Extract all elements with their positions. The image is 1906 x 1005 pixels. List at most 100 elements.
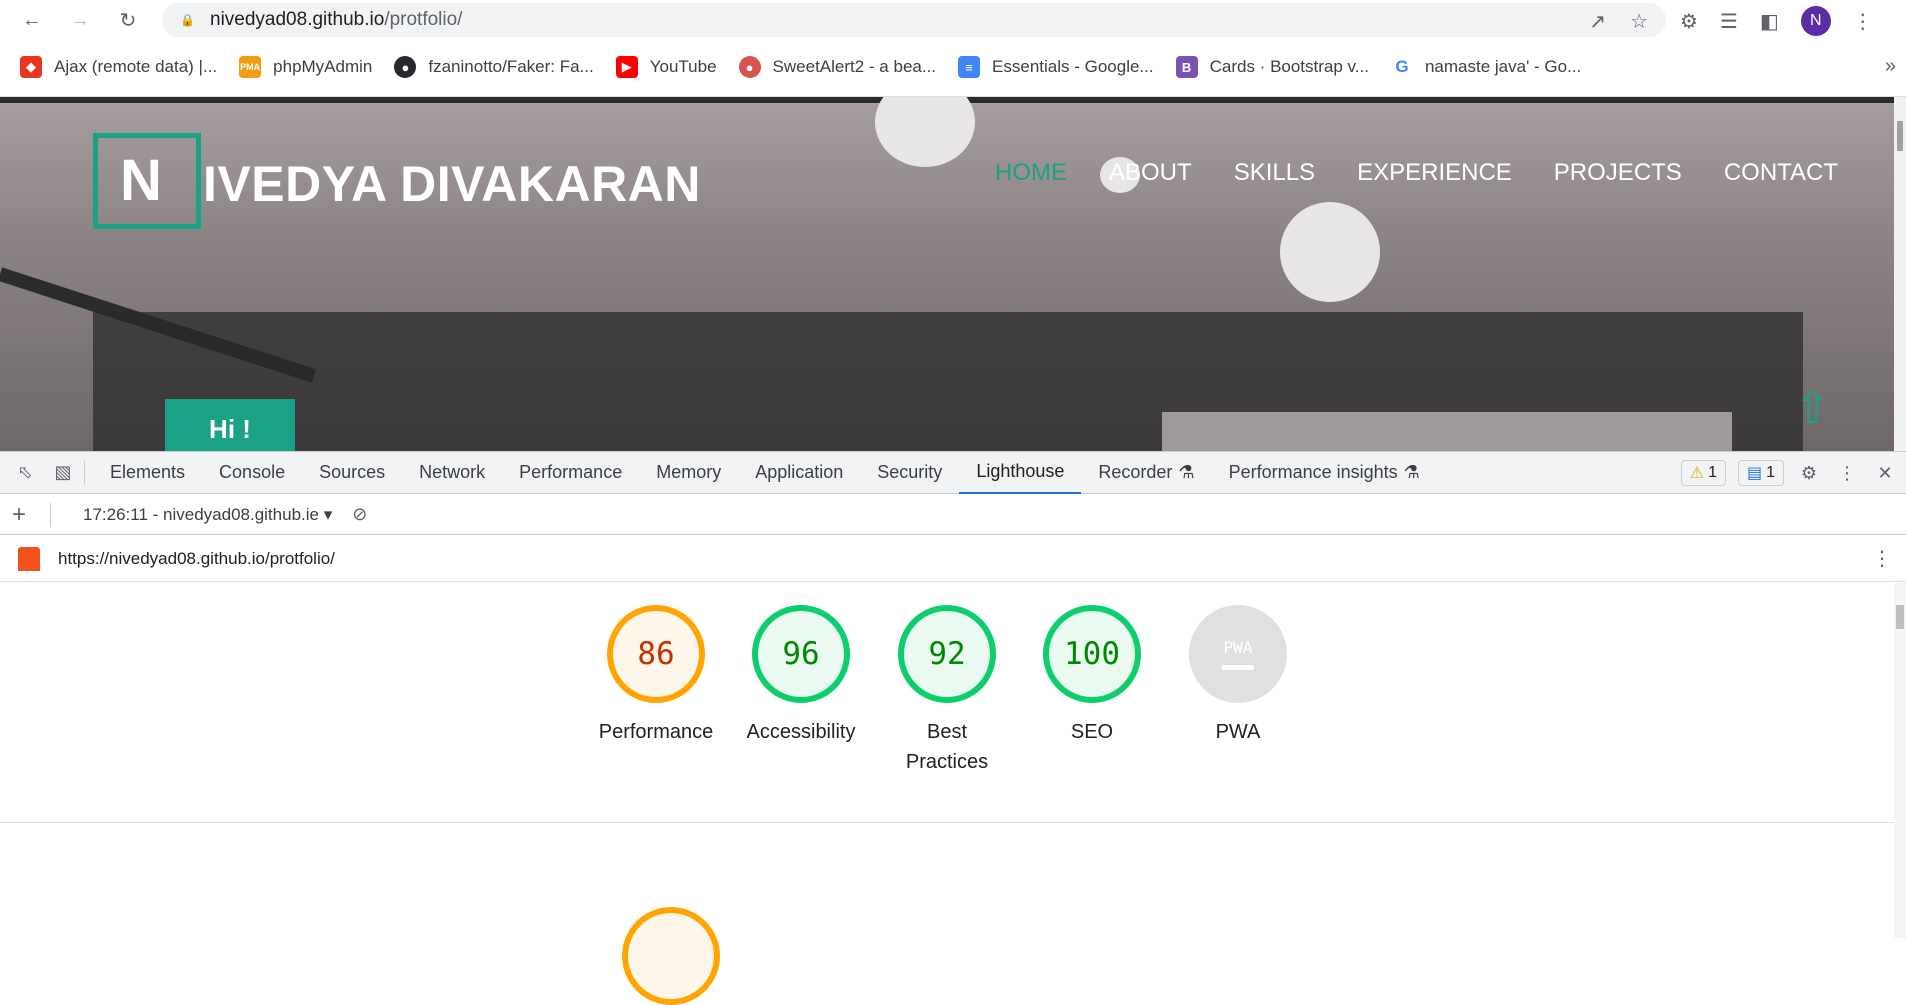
- score-label: Accessibility: [746, 721, 856, 743]
- messages-count: 1: [1766, 464, 1775, 481]
- bookmark-star-icon[interactable]: ☆: [1630, 9, 1648, 34]
- report-selector-label: 17:26:11 - nivedyad08.github.iе: [83, 504, 319, 524]
- youtube-icon: ▶: [615, 56, 638, 78]
- message-icon: ▤: [1746, 465, 1763, 482]
- address-bar[interactable]: 🔒 nivedyad08.github.io /protfolio/ ↗ ☆: [162, 3, 1666, 37]
- bookmark-item[interactable]: ▶ YouTube: [615, 56, 717, 78]
- side-panel-icon[interactable]: ◧: [1760, 9, 1779, 34]
- devtools-tab-bar: ⬁ ▧ Elements Console Sources Network Per…: [0, 452, 1906, 494]
- hi-badge: Hi !: [165, 399, 295, 451]
- site-title: IVEDYA DIVAKARAN: [203, 156, 701, 212]
- messages-badge[interactable]: ▤ 1: [1737, 460, 1784, 486]
- tab-performance-insights[interactable]: Performance insights ⚗: [1212, 452, 1437, 494]
- bookmark-label: Ajax (remote data) |...: [54, 57, 218, 76]
- bookmark-item[interactable]: ◆ Ajax (remote data) |...: [20, 56, 217, 78]
- tab-application[interactable]: Application: [738, 452, 860, 494]
- gauge-seo[interactable]: 100 SEO: [1019, 583, 1165, 747]
- tab-recorder-label: Recorder: [1098, 462, 1173, 482]
- bookmark-item[interactable]: ≡ Essentials - Google...: [958, 56, 1154, 78]
- score-label: PWA: [1215, 721, 1261, 743]
- forward-icon[interactable]: →: [66, 6, 94, 34]
- report-url-bar: https://nivedyad08.github.io/protfolio/ …: [0, 536, 1906, 582]
- report-selector[interactable]: 17:26:11 - nivedyad08.github.iе ▾: [83, 505, 332, 525]
- nav-about[interactable]: ABOUT: [1109, 159, 1192, 187]
- settings-gear-icon[interactable]: ⚙: [1796, 460, 1822, 486]
- bookmark-label: Cards · Bootstrap v...: [1209, 57, 1369, 76]
- tab-sources[interactable]: Sources: [302, 452, 402, 494]
- back-icon[interactable]: ←: [18, 6, 46, 34]
- share-icon[interactable]: ↗: [1589, 9, 1606, 34]
- devtools-menu-icon[interactable]: ⋮: [1834, 460, 1860, 486]
- reload-icon[interactable]: ↻: [114, 6, 142, 34]
- pwa-badge-icon: PWA: [1189, 605, 1287, 703]
- menu-kebab-icon[interactable]: ⋮: [1853, 9, 1873, 34]
- scrollbar-thumb[interactable]: [1897, 121, 1903, 151]
- site-nav: HOME ABOUT SKILLS EXPERIENCE PROJECTS CO…: [995, 159, 1838, 187]
- website-viewport: N IVEDYA DIVAKARAN HOME ABOUT SKILLS EXP…: [0, 96, 1906, 451]
- logo-letter: N: [120, 148, 162, 213]
- tab-elements[interactable]: Elements: [93, 452, 202, 494]
- gauge-performance[interactable]: 86 Performance: [583, 583, 729, 747]
- inspect-element-icon[interactable]: ⬁: [12, 460, 38, 486]
- google-icon: G: [1390, 56, 1413, 78]
- pwa-badge-text: PWA: [1223, 638, 1253, 657]
- close-icon[interactable]: ✕: [1872, 460, 1898, 486]
- nav-home[interactable]: HOME: [995, 159, 1067, 187]
- bookmark-label: namaste java' - Go...: [1424, 57, 1582, 76]
- tab-recorder[interactable]: Recorder ⚗: [1081, 452, 1211, 494]
- flask-icon: ⚗: [1178, 462, 1195, 482]
- profile-avatar[interactable]: N: [1800, 6, 1831, 36]
- phpmyadmin-icon: PMA: [239, 56, 262, 78]
- score-ring: 100: [1043, 605, 1141, 703]
- scrollbar-thumb[interactable]: [1896, 605, 1904, 629]
- nav-contact[interactable]: CONTACT: [1724, 159, 1838, 187]
- tab-console[interactable]: Console: [202, 452, 302, 494]
- bookmark-label: SweetAlert2 - a bea...: [772, 57, 937, 76]
- report-url: https://nivedyad08.github.io/protfolio/: [58, 548, 335, 568]
- tab-network[interactable]: Network: [402, 452, 502, 494]
- lighthouse-icon: [18, 546, 40, 571]
- bookmark-item[interactable]: PMA phpMyAdmin: [239, 56, 372, 78]
- nav-projects[interactable]: PROJECTS: [1554, 159, 1682, 187]
- ceiling-light: [875, 97, 975, 167]
- clear-reports-icon[interactable]: ⊘: [352, 504, 367, 525]
- tab-security[interactable]: Security: [860, 452, 959, 494]
- scroll-top-arrow-icon[interactable]: ⇧: [1794, 383, 1831, 434]
- gauge-best-practices[interactable]: 92 Best Practices: [874, 583, 1020, 777]
- bookmark-label: phpMyAdmin: [273, 57, 373, 76]
- browser-toolbar: ← → ↻ 🔒 nivedyad08.github.io /protfolio/…: [0, 0, 1906, 40]
- bookmark-item[interactable]: B Cards · Bootstrap v...: [1175, 56, 1369, 78]
- score-ring: 96: [752, 605, 850, 703]
- url-host: nivedyad08.github.io: [210, 9, 385, 30]
- nav-skills[interactable]: SKILLS: [1234, 159, 1315, 187]
- extensions-icon[interactable]: ⚙: [1680, 9, 1698, 34]
- performance-gauge-large: [622, 907, 720, 1005]
- pwa-dash: [1222, 665, 1254, 670]
- tab-memory[interactable]: Memory: [639, 452, 738, 494]
- hero-photo: [1162, 412, 1732, 451]
- divider: [84, 460, 85, 485]
- nav-experience[interactable]: EXPERIENCE: [1357, 159, 1512, 187]
- tab-performance[interactable]: Performance: [502, 452, 639, 494]
- report-menu-icon[interactable]: ⋮: [1872, 546, 1892, 571]
- device-toolbar-icon[interactable]: ▧: [50, 460, 76, 486]
- tab-lighthouse[interactable]: Lighthouse: [959, 452, 1082, 494]
- gauge-accessibility[interactable]: 96 Accessibility: [728, 583, 874, 747]
- reading-list-icon[interactable]: ☰: [1720, 9, 1738, 34]
- report-scrollbar[interactable]: [1894, 583, 1906, 938]
- bookmark-item[interactable]: G namaste java' - Go...: [1390, 56, 1582, 78]
- devtools-panel: ⬁ ▧ Elements Console Sources Network Per…: [0, 451, 1906, 1005]
- bookmark-item[interactable]: ● fzaninotto/Faker: Fa...: [394, 56, 594, 78]
- divider: [50, 502, 51, 527]
- bookmarks-overflow-icon[interactable]: »: [1885, 55, 1896, 78]
- warnings-badge[interactable]: ⚠ 1: [1680, 460, 1726, 486]
- tab-performance-insights-label: Performance insights: [1228, 462, 1398, 482]
- bootstrap-icon: B: [1175, 56, 1198, 78]
- bookmark-label: fzaninotto/Faker: Fa...: [428, 57, 594, 76]
- gauge-pwa[interactable]: PWA PWA: [1165, 583, 1311, 747]
- score-ring: 92: [898, 605, 996, 703]
- page-scrollbar[interactable]: [1894, 97, 1906, 451]
- bookmark-label: YouTube: [649, 57, 717, 76]
- new-report-plus-icon[interactable]: +: [12, 501, 42, 529]
- bookmark-item[interactable]: ● SweetAlert2 - a bea...: [738, 56, 937, 78]
